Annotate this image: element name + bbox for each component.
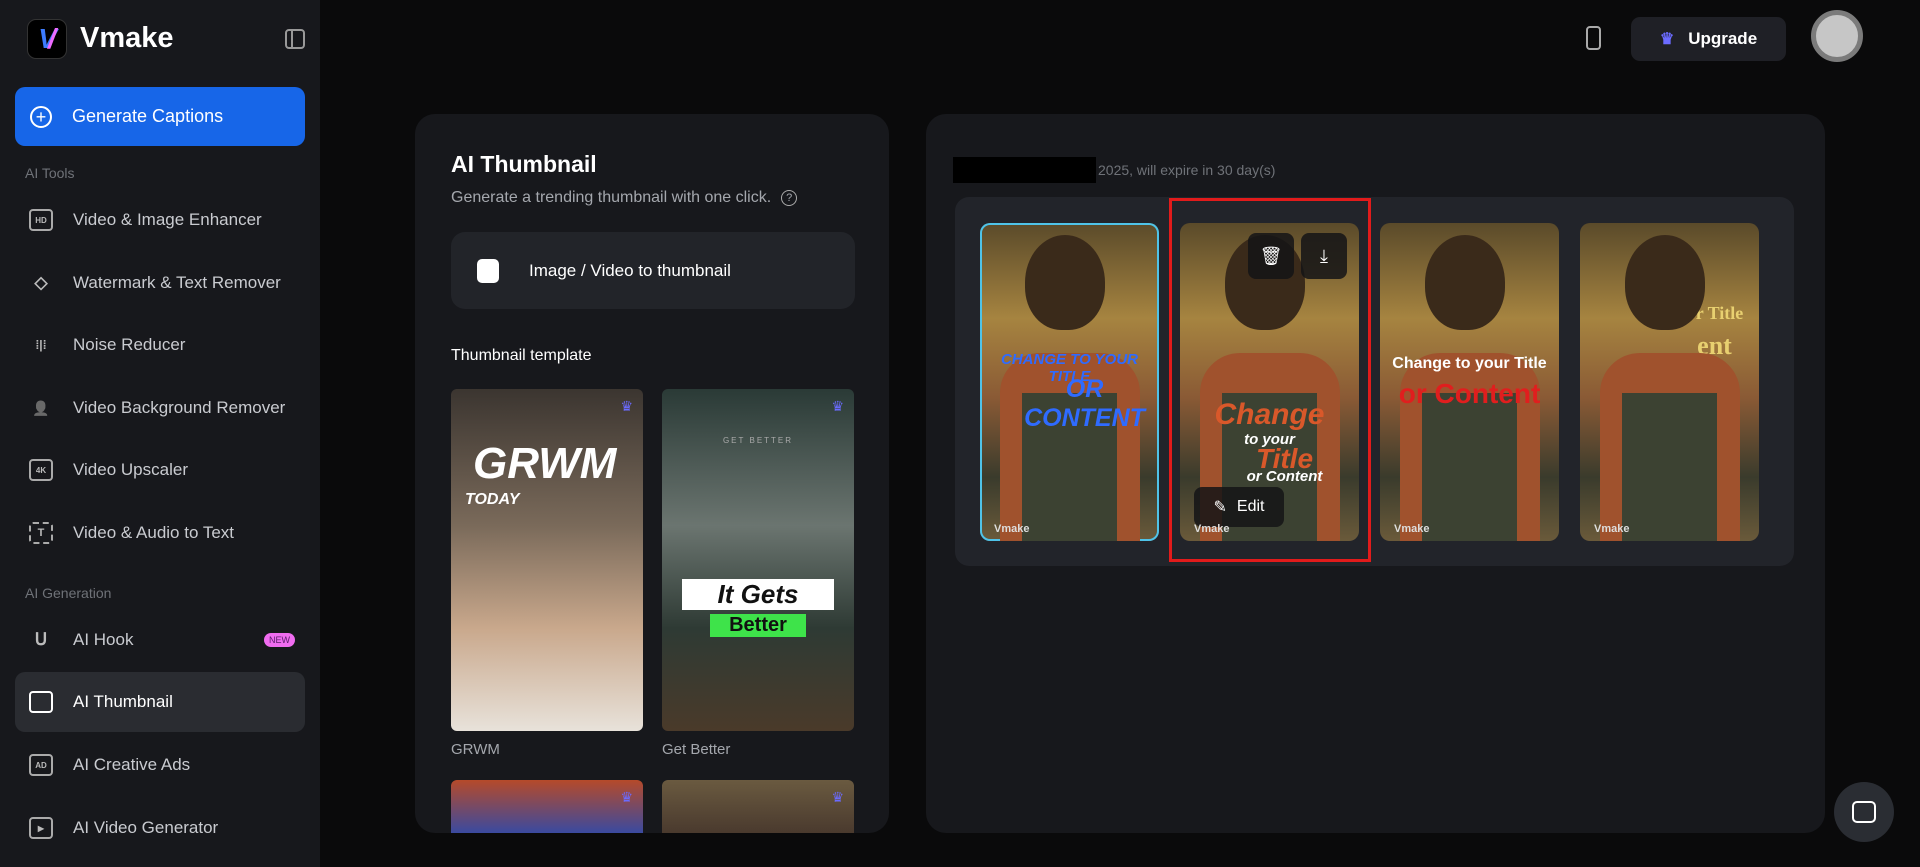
plus-circle-icon: + [30, 106, 52, 128]
new-badge: NEW [264, 633, 295, 647]
hd-icon: HD [29, 209, 53, 231]
sidebar-item-noise-reducer[interactable]: ⁞|⁞ Noise Reducer [15, 315, 305, 375]
image-sparkle-icon [29, 691, 53, 713]
page-title: AI Thumbnail [451, 151, 597, 178]
section-ai-tools: AI Tools [25, 165, 75, 181]
label: Video Upscaler [73, 460, 188, 480]
sidebar-item-upscaler[interactable]: 4K Video Upscaler [15, 440, 305, 500]
template-label: Get Better [662, 741, 730, 758]
template-get-better[interactable]: ♛ GET BETTER It Gets Better [662, 389, 854, 731]
generate-captions-button[interactable]: + Generate Captions [15, 87, 305, 146]
watermark: Vmake [1594, 523, 1629, 535]
waveform-icon: ⁞|⁞ [29, 334, 53, 356]
template-card[interactable]: ♛ [662, 780, 854, 833]
help-icon[interactable]: ? [781, 190, 797, 206]
sidebar-item-watermark-remover[interactable]: ◇ Watermark & Text Remover [15, 253, 305, 313]
template-text: TODAY [465, 491, 520, 509]
sidebar-item-ai-thumbnail[interactable]: AI Thumbnail [15, 672, 305, 732]
results-strip: CHANGE TO YOUR TITLE OR CONTENT Vmake Ch… [955, 197, 1794, 566]
chat-support-button[interactable] [1834, 782, 1894, 842]
caption: OR CONTENT [980, 375, 1159, 433]
template-text: Better [710, 614, 806, 637]
expiry-text: 2025, will expire in 30 day(s) [953, 157, 1275, 183]
label: Noise Reducer [73, 335, 185, 355]
generate-captions-label: Generate Captions [72, 106, 223, 127]
label: AI Video Generator [73, 818, 218, 838]
template-text: GRWM [473, 439, 616, 489]
caption: Change to your Title [1380, 355, 1559, 373]
sidebar-item-bg-remover[interactable]: 👤 Video Background Remover [15, 378, 305, 438]
result-thumbnail[interactable]: r Title ent Vmake [1580, 223, 1759, 541]
caption: or Content [1380, 378, 1559, 410]
subtitle-text: Generate a trending thumbnail with one c… [451, 189, 771, 206]
label: AI Thumbnail [73, 692, 173, 712]
label: AI Hook [73, 630, 133, 650]
button-label: Image / Video to thumbnail [529, 261, 731, 281]
template-heading: Thumbnail template [451, 347, 592, 365]
sidebar-item-creative-ads[interactable]: AD AI Creative Ads [15, 735, 305, 795]
redacted-date [953, 157, 1096, 183]
vmake-logo[interactable]: V/ [27, 19, 67, 59]
play-icon: ▶ [29, 817, 53, 839]
mobile-icon[interactable] [1586, 26, 1601, 50]
sidebar-item-enhancer[interactable]: HD Video & Image Enhancer [15, 190, 305, 250]
avatar[interactable] [1811, 10, 1863, 62]
label: Video & Audio to Text [73, 523, 234, 543]
template-text: GET BETTER [662, 436, 854, 445]
sidebar: V/ Vmake + Generate Captions AI Tools HD V… [0, 0, 320, 867]
ad-icon: AD [29, 754, 53, 776]
crown-icon: ♛ [831, 398, 844, 415]
template-text: It Gets [682, 579, 834, 610]
template-label: GRWM [451, 741, 500, 758]
result-thumbnail[interactable]: CHANGE TO YOUR TITLE OR CONTENT Vmake [980, 223, 1159, 541]
sidebar-item-video-generator[interactable]: ▶ AI Video Generator [15, 798, 305, 858]
eraser-icon: ◇ [29, 272, 53, 294]
sidebar-item-audio-to-text[interactable]: T Video & Audio to Text [15, 503, 305, 563]
crown-icon: ♛ [1660, 29, 1674, 49]
label: Watermark & Text Remover [73, 273, 281, 293]
4k-icon: 4K [29, 459, 53, 481]
label: Video & Image Enhancer [73, 210, 262, 230]
watermark: Vmake [994, 523, 1029, 535]
sidebar-item-ai-hook[interactable]: ᑌ AI Hook NEW [15, 610, 305, 670]
page-subtitle: Generate a trending thumbnail with one c… [451, 189, 797, 207]
brand-name: Vmake [80, 22, 174, 55]
watermark: Vmake [1394, 523, 1429, 535]
chat-icon [1852, 801, 1876, 823]
template-card[interactable]: ♛ [451, 780, 643, 833]
template-grwm[interactable]: ♛ GRWM TODAY [451, 389, 643, 731]
crown-icon: ♛ [620, 789, 633, 806]
hook-icon: ᑌ [29, 629, 53, 651]
sidebar-toggle-icon[interactable] [285, 29, 305, 49]
image-sparkle-icon [477, 259, 499, 283]
upgrade-button[interactable]: ♛ Upgrade [1631, 17, 1786, 61]
label: AI Creative Ads [73, 755, 190, 775]
crown-icon: ♛ [831, 789, 844, 806]
text-scan-icon: T [29, 522, 53, 544]
selection-highlight [1169, 198, 1371, 562]
crown-icon: ♛ [620, 398, 633, 415]
person-icon: 👤 [29, 397, 53, 419]
expiry-label: 2025, will expire in 30 day(s) [1098, 162, 1275, 178]
results-panel: 2025, will expire in 30 day(s) CHANGE TO… [926, 114, 1825, 833]
label: Video Background Remover [73, 398, 285, 418]
section-ai-generation: AI Generation [25, 585, 111, 601]
image-video-to-thumbnail-button[interactable]: Image / Video to thumbnail [451, 232, 855, 309]
result-thumbnail[interactable]: Change to your Title or Content Vmake [1380, 223, 1559, 541]
upgrade-label: Upgrade [1688, 29, 1757, 49]
ai-thumbnail-panel: AI Thumbnail Generate a trending thumbna… [415, 114, 889, 833]
